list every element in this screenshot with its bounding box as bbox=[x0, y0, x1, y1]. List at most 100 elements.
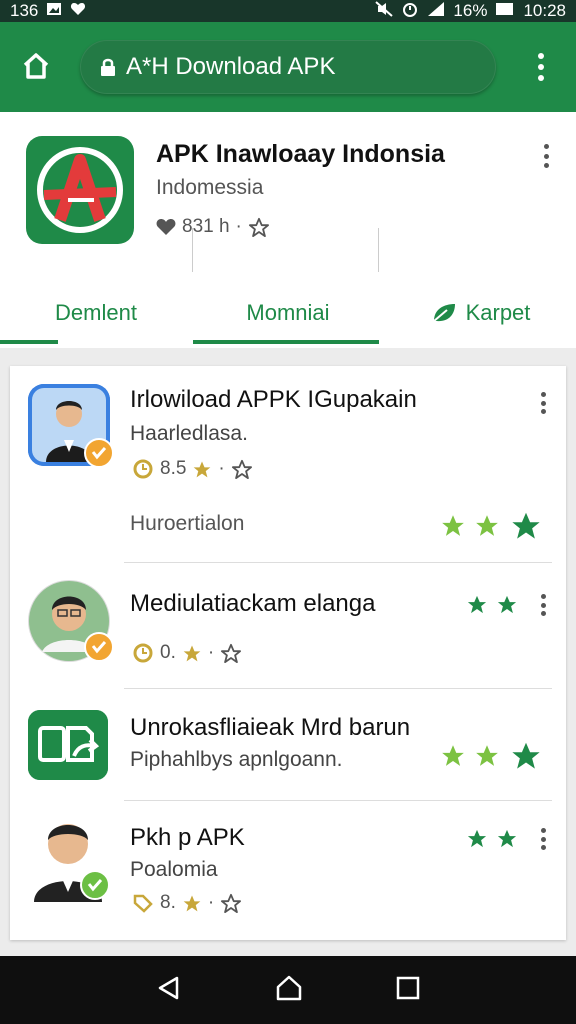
more-dot bbox=[540, 594, 546, 599]
mute-icon bbox=[375, 0, 394, 22]
star-outline-icon bbox=[221, 643, 242, 663]
home-nav-icon bbox=[276, 975, 302, 1000]
tab-separator bbox=[192, 228, 193, 272]
item-rating-value: 0. bbox=[160, 642, 176, 663]
menu-dot bbox=[538, 64, 544, 70]
app-icon bbox=[28, 710, 108, 780]
badge-icon bbox=[80, 870, 110, 900]
more-dot bbox=[543, 144, 549, 149]
signal-icon bbox=[427, 1, 445, 22]
recents-icon bbox=[396, 976, 419, 999]
more-dot bbox=[540, 828, 546, 833]
more-dot bbox=[540, 392, 546, 397]
tab-indicator-partial bbox=[0, 340, 58, 344]
tab-demlent[interactable]: Demlent bbox=[0, 280, 192, 346]
badge-icon bbox=[84, 632, 114, 662]
item-rating-value: 8. bbox=[160, 892, 176, 913]
more-dot bbox=[540, 611, 546, 616]
star-filled-icon bbox=[194, 461, 211, 478]
separator-dot: · bbox=[218, 458, 225, 479]
list-item[interactable]: Unrokasfliaieak Mrd barun Piphahlbys apn… bbox=[10, 688, 566, 800]
tab-label: Karpet bbox=[465, 300, 531, 325]
app-icon bbox=[28, 384, 114, 468]
item-title: Irlowiload APPK IGupakain bbox=[130, 386, 417, 413]
home-nav-button[interactable] bbox=[274, 973, 304, 1008]
more-dot bbox=[540, 836, 546, 842]
item-rating-value: 8.5 bbox=[160, 458, 187, 479]
clock: 10:28 bbox=[523, 1, 566, 20]
item-extra: Huroertialon bbox=[130, 512, 245, 535]
apk-logo-icon bbox=[37, 147, 123, 233]
app-logo bbox=[26, 136, 134, 244]
folder-share-icon bbox=[28, 710, 108, 780]
menu-dot bbox=[538, 75, 544, 81]
system-nav-bar bbox=[0, 956, 576, 1024]
tab-label: Momniai bbox=[246, 300, 330, 325]
item-rating: 0. · bbox=[132, 642, 242, 664]
star-icon bbox=[512, 512, 540, 539]
star-filled-icon bbox=[183, 645, 201, 662]
rating-tag-icon bbox=[133, 894, 153, 913]
tab-label: Demlent bbox=[55, 300, 137, 325]
more-dot bbox=[543, 153, 549, 159]
star-outline-icon bbox=[231, 459, 252, 479]
app-more-button[interactable] bbox=[540, 144, 552, 168]
leaf-icon bbox=[432, 304, 455, 322]
browser-menu-button[interactable] bbox=[528, 50, 554, 84]
back-button[interactable] bbox=[155, 974, 183, 1007]
url-bar[interactable]: A*H Download APK bbox=[80, 40, 496, 94]
url-text: A*H Download APK bbox=[126, 53, 336, 80]
list-item[interactable]: Mediulatiackam elanga 0. · bbox=[10, 562, 566, 688]
star-rating bbox=[466, 828, 518, 848]
more-dot bbox=[540, 409, 546, 414]
heart-notification-icon bbox=[70, 1, 86, 21]
item-rating: 8. · bbox=[132, 892, 242, 914]
item-title: Unrokasfliaieak Mrd barun bbox=[130, 714, 411, 741]
home-button[interactable] bbox=[20, 50, 52, 82]
star-icon bbox=[442, 745, 464, 766]
item-subtitle: Haarledlasa. bbox=[130, 422, 248, 445]
tab-separator bbox=[378, 228, 379, 272]
star-icon bbox=[476, 745, 498, 766]
star-outline-icon bbox=[221, 893, 242, 913]
tab-momniai[interactable]: Momniai bbox=[192, 280, 384, 346]
heart-icon bbox=[156, 219, 176, 235]
lock-icon bbox=[101, 58, 115, 76]
status-bar: 136 16% 10:28 bbox=[0, 0, 576, 22]
badge-icon bbox=[84, 438, 114, 468]
app-subtitle: Indomessia bbox=[156, 176, 264, 199]
separator-dot: · bbox=[207, 892, 215, 913]
more-dot bbox=[543, 163, 549, 168]
alarm-icon bbox=[401, 0, 419, 23]
star-icon bbox=[476, 515, 498, 536]
star-rating bbox=[466, 594, 518, 614]
rating-clock-icon bbox=[133, 459, 153, 479]
item-more-button[interactable] bbox=[538, 828, 548, 850]
star-filled-icon bbox=[183, 895, 201, 912]
list-item[interactable]: Pkh p APK Poalomia 8. · bbox=[10, 800, 566, 940]
app-meta-count: 831 h bbox=[182, 216, 230, 237]
list-item[interactable]: Irlowiload APPK IGupakain Haarledlasa. 8… bbox=[10, 366, 566, 562]
item-rating: 8.5 · bbox=[132, 458, 253, 480]
item-more-button[interactable] bbox=[538, 594, 548, 616]
separator-dot: · bbox=[207, 642, 215, 663]
recents-button[interactable] bbox=[395, 975, 421, 1006]
more-dot bbox=[540, 845, 546, 850]
item-more-button[interactable] bbox=[538, 392, 548, 414]
tab-karpet[interactable]: Karpet bbox=[384, 280, 576, 346]
app-title: APK Inawloaay Indonsia bbox=[156, 140, 445, 168]
app-icon bbox=[28, 814, 110, 902]
app-icon bbox=[28, 580, 114, 662]
menu-dot bbox=[538, 53, 544, 59]
tab-indicator-active bbox=[193, 340, 379, 344]
app-header: APK Inawloaay Indonsia Indomessia 831 h … bbox=[0, 112, 576, 348]
item-subtitle: Poalomia bbox=[130, 858, 218, 881]
star-icon bbox=[442, 515, 464, 536]
battery-icon bbox=[495, 1, 515, 21]
star-icon bbox=[497, 829, 517, 848]
app-list: Irlowiload APPK IGupakain Haarledlasa. 8… bbox=[10, 366, 566, 940]
star-icon bbox=[467, 595, 487, 614]
separator-dot: · bbox=[235, 216, 242, 237]
image-notification-icon bbox=[46, 1, 62, 21]
star-outline-icon bbox=[248, 217, 269, 237]
